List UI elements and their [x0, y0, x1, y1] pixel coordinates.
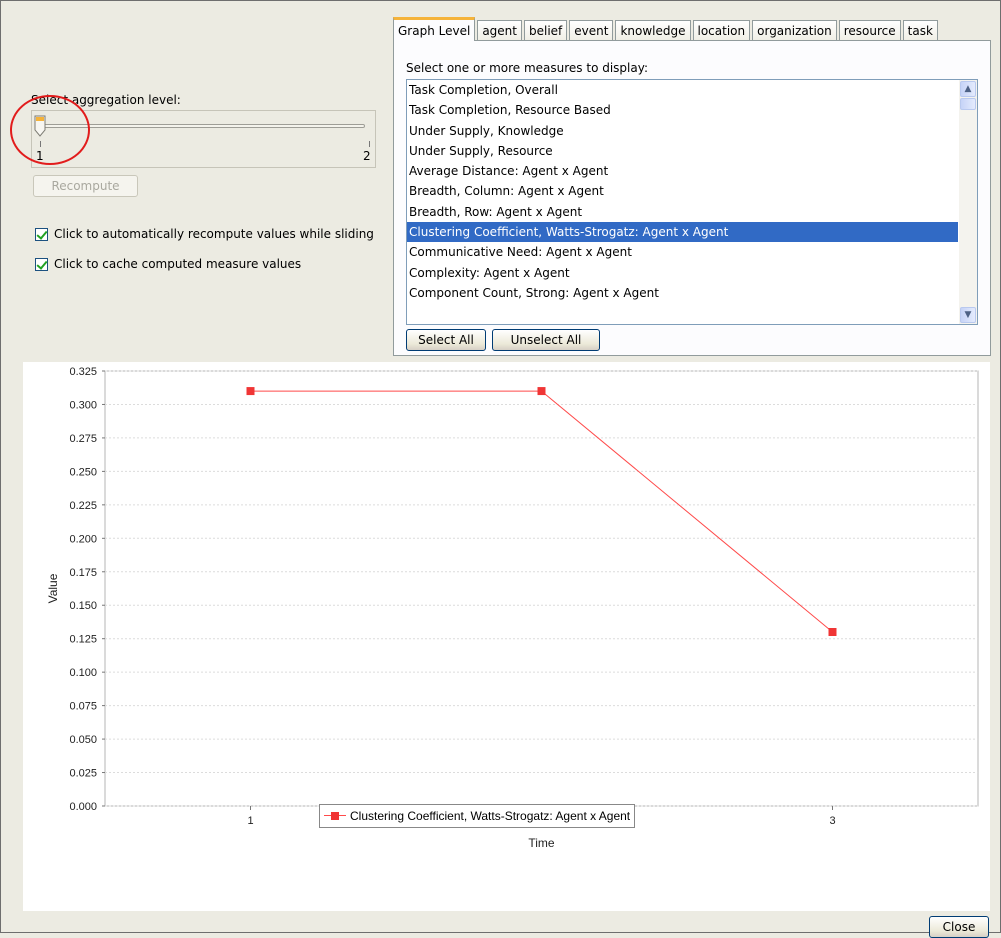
- y-tick-label: 0.100: [69, 667, 97, 679]
- tab-belief[interactable]: belief: [523, 20, 568, 40]
- y-tick-label: 0.125: [69, 634, 97, 646]
- y-tick-label: 0.300: [69, 399, 97, 411]
- slider-tick-min: [40, 141, 41, 147]
- measures-tab-panel: Graph Level agent belief event knowledge…: [393, 16, 991, 356]
- tab-organization[interactable]: organization: [752, 20, 837, 40]
- tab-resource[interactable]: resource: [838, 20, 901, 40]
- tab-location[interactable]: location: [692, 20, 751, 40]
- checkbox-checked-icon[interactable]: [35, 227, 48, 241]
- slider-tick-max: [369, 141, 370, 147]
- y-tick-label: 0.275: [69, 433, 97, 445]
- line-chart: 0.000 0.025 0.050 0.075 0.100 0.125 0.150 0.175…: [46, 366, 979, 850]
- y-axis-label: Value: [46, 573, 60, 603]
- slider-thumb[interactable]: [34, 115, 46, 137]
- y-tick-label: 0.200: [69, 533, 97, 545]
- select-all-button[interactable]: Select All: [406, 329, 486, 351]
- data-point: [828, 628, 837, 636]
- tab-graph-level[interactable]: Graph Level: [393, 17, 476, 41]
- data-point: [537, 387, 546, 396]
- tab-agent[interactable]: agent: [477, 20, 522, 40]
- list-item[interactable]: Task Completion, Overall: [407, 80, 958, 100]
- slider-track[interactable]: [39, 124, 365, 128]
- list-item[interactable]: Under Supply, Knowledge: [407, 121, 958, 141]
- x-tick-label: 3: [829, 815, 835, 827]
- auto-recompute-checkbox[interactable]: Click to automatically recompute values …: [35, 226, 374, 242]
- legend-series-label: Clustering Coefficient, Watts-Strogatz: …: [350, 809, 631, 823]
- tab-strip: Graph Level agent belief event knowledge…: [393, 16, 940, 41]
- scroll-thumb[interactable]: [960, 98, 976, 110]
- measures-list[interactable]: Task Completion, Overall Task Completion…: [406, 79, 978, 325]
- cache-values-label: Click to cache computed measure values: [54, 257, 302, 271]
- list-item[interactable]: Complexity: Agent x Agent: [407, 263, 958, 283]
- chart-legend: Clustering Coefficient, Watts-Strogatz: …: [319, 804, 636, 828]
- y-tick-label: 0.175: [69, 567, 97, 579]
- x-axis-label: Time: [528, 836, 555, 850]
- y-tick-label: 0.075: [69, 701, 97, 713]
- chart-panel: 0.000 0.025 0.050 0.075 0.100 0.125 0.150 0.175…: [23, 362, 990, 911]
- tab-event[interactable]: event: [569, 20, 614, 40]
- measures-caption: Select one or more measures to display:: [406, 61, 649, 75]
- y-tick-label: 0.050: [69, 734, 97, 746]
- auto-recompute-label: Click to automatically recompute values …: [54, 227, 374, 241]
- legend-series-marker-icon: [324, 811, 346, 821]
- cache-values-checkbox[interactable]: Click to cache computed measure values: [35, 256, 301, 272]
- y-tick-label: 0.225: [69, 500, 97, 512]
- list-item[interactable]: Communicative Need: Agent x Agent: [407, 242, 958, 262]
- list-item[interactable]: Breadth, Column: Agent x Agent: [407, 181, 958, 201]
- aggregation-slider[interactable]: 1 2: [31, 110, 376, 168]
- y-tick-label: 0.025: [69, 768, 97, 780]
- tab-task[interactable]: task: [902, 20, 938, 40]
- list-item-selected[interactable]: Clustering Coefficient, Watts-Strogatz: …: [407, 222, 958, 243]
- slider-max-label: 2: [363, 149, 371, 163]
- y-tick-label: 0.250: [69, 466, 97, 478]
- plot-area: [104, 370, 979, 807]
- tab-knowledge[interactable]: knowledge: [615, 20, 691, 40]
- close-button[interactable]: Close: [929, 916, 989, 938]
- list-item[interactable]: Average Distance: Agent x Agent: [407, 161, 958, 181]
- data-point: [246, 387, 255, 396]
- list-item[interactable]: Breadth, Row: Agent x Agent: [407, 202, 958, 222]
- scroll-up-icon[interactable]: ▲: [960, 81, 976, 97]
- recompute-button[interactable]: Recompute: [33, 175, 138, 197]
- graph-level-tab-content: Select one or more measures to display: …: [393, 40, 991, 356]
- slider-min-label: 1: [36, 149, 44, 163]
- list-item[interactable]: Task Completion, Resource Based: [407, 100, 958, 120]
- x-tick-label: 1: [247, 815, 253, 827]
- vertical-scrollbar[interactable]: ▲ ▼: [959, 80, 977, 324]
- list-item[interactable]: Under Supply, Resource: [407, 141, 958, 161]
- aggregation-level-label: Select aggregation level:: [31, 93, 181, 107]
- y-tick-label: 0.000: [69, 801, 97, 813]
- y-tick-label: 0.325: [69, 366, 97, 378]
- checkbox-checked-icon[interactable]: [35, 257, 48, 271]
- list-item[interactable]: Component Count, Strong: Agent x Agent: [407, 283, 958, 303]
- y-tick-label: 0.150: [69, 600, 97, 612]
- unselect-all-button[interactable]: Unselect All: [492, 329, 600, 351]
- scroll-down-icon[interactable]: ▼: [960, 307, 976, 323]
